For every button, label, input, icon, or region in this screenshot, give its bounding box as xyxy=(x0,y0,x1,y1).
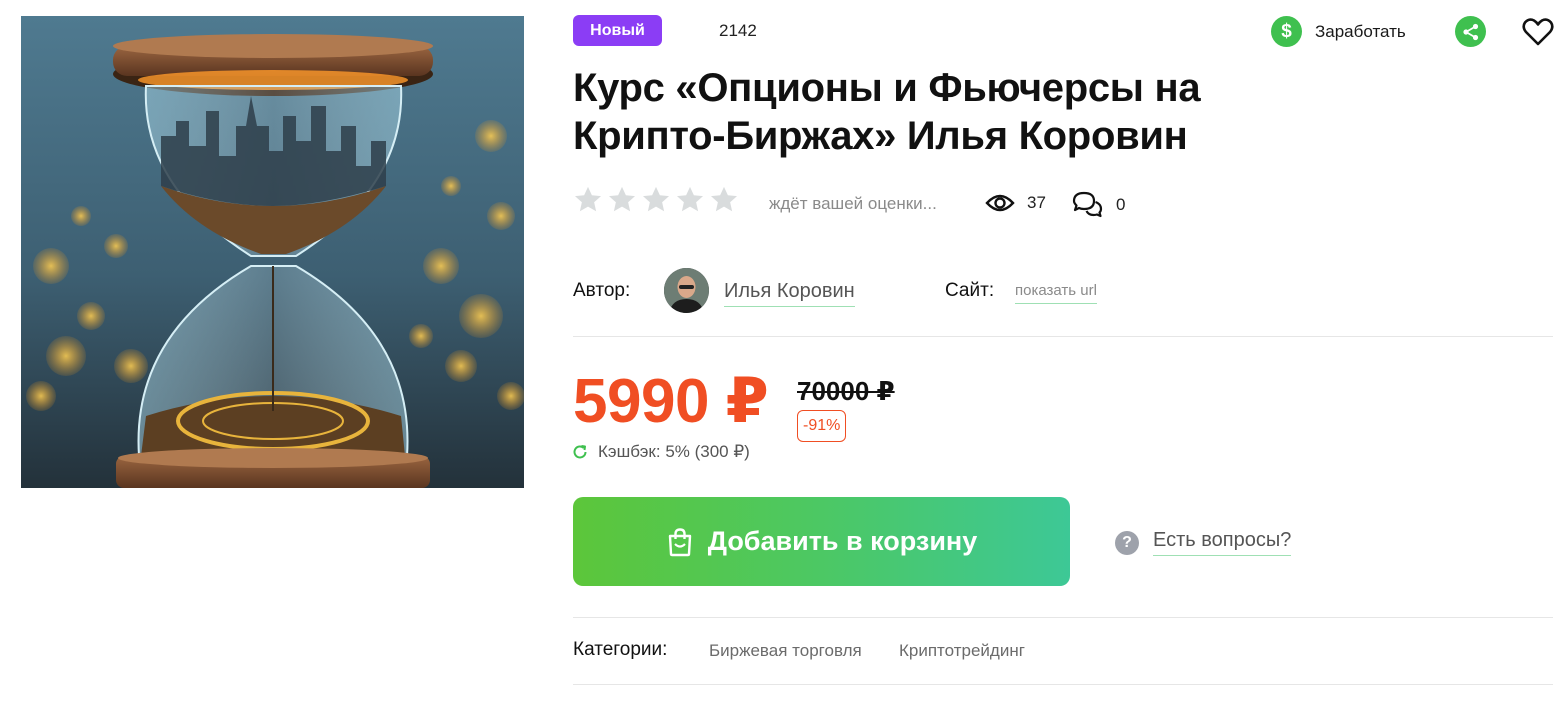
comments-counter[interactable]: 0 xyxy=(1072,190,1125,220)
cashback-text: Кэшбэк: 5% (300 ₽) xyxy=(598,442,750,461)
share-icon xyxy=(1455,16,1486,47)
views-count: 37 xyxy=(1027,193,1046,212)
site-label: Сайт: xyxy=(945,280,995,301)
star-icon[interactable] xyxy=(641,185,671,215)
comments-icon xyxy=(1072,191,1103,218)
title-line-1: Курс «Опционы и Фьючерсы на xyxy=(573,66,1201,110)
star-icon[interactable] xyxy=(573,185,603,215)
earn-button[interactable]: $ Заработать xyxy=(1271,16,1406,47)
questions-label: Есть вопросы? xyxy=(1153,529,1292,556)
author-label: Автор: xyxy=(573,280,631,301)
star-icon[interactable] xyxy=(709,185,739,215)
share-button[interactable] xyxy=(1455,16,1486,47)
divider xyxy=(573,336,1553,337)
product-title: Курс «Опционы и Фьючерсы на Крипто-Биржа… xyxy=(573,64,1373,160)
heart-icon xyxy=(1522,18,1554,46)
title-line-2: Крипто-Биржах» Илья Коровин xyxy=(573,114,1188,158)
favorite-button[interactable] xyxy=(1521,15,1555,49)
views-counter: 37 xyxy=(985,191,1046,215)
comments-count: 0 xyxy=(1116,195,1126,214)
categories-label: Категории: xyxy=(573,639,668,660)
author-name-link[interactable]: Илья Коровин xyxy=(724,280,855,307)
add-to-cart-label: Добавить в корзину xyxy=(707,526,978,556)
avatar[interactable] xyxy=(664,268,709,313)
earn-label: Заработать xyxy=(1315,21,1406,41)
star-icon[interactable] xyxy=(675,185,705,215)
current-price: 5990 ₽ xyxy=(573,367,769,436)
divider xyxy=(573,684,1553,685)
category-link[interactable]: Криптотрейдинг xyxy=(899,641,1025,661)
questions-link[interactable]: ? Есть вопросы? xyxy=(1115,529,1292,556)
rating-stars[interactable] xyxy=(573,185,739,215)
dollar-icon: $ xyxy=(1271,16,1302,47)
refresh-icon xyxy=(573,445,587,459)
product-image[interactable] xyxy=(21,16,524,488)
eye-icon xyxy=(985,194,1015,212)
new-badge: Новый xyxy=(573,15,662,46)
question-icon: ? xyxy=(1115,530,1139,555)
add-to-cart-button[interactable]: Добавить в корзину xyxy=(573,497,1070,586)
category-link[interactable]: Биржевая торговля xyxy=(709,641,862,661)
show-url-link[interactable]: показать url xyxy=(1015,282,1097,304)
shopping-bag-icon xyxy=(668,527,691,556)
star-icon[interactable] xyxy=(607,185,637,215)
rating-status: ждёт вашей оценки... xyxy=(769,194,937,213)
divider xyxy=(573,617,1553,618)
old-price: 70000 ₽ xyxy=(797,376,895,406)
discount-badge: -91% xyxy=(797,410,847,442)
product-id: 2142 xyxy=(719,21,757,40)
cashback: Кэшбэк: 5% (300 ₽) xyxy=(572,442,750,462)
